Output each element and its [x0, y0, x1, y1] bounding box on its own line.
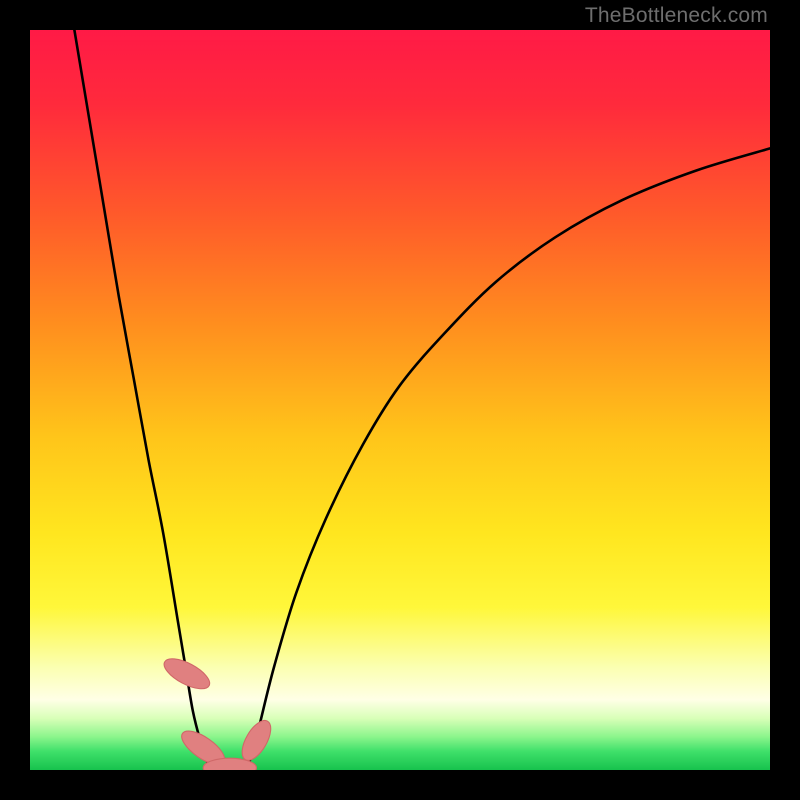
curve-right-branch: [245, 148, 770, 770]
curve-left-branch: [74, 30, 215, 770]
highlight-marker: [236, 716, 276, 765]
highlight-markers: [160, 653, 277, 770]
curve-layer: [30, 30, 770, 770]
plot-area: [30, 30, 770, 770]
highlight-marker: [160, 653, 214, 695]
chart-frame: TheBottleneck.com: [0, 0, 800, 800]
watermark-text: TheBottleneck.com: [585, 4, 768, 28]
